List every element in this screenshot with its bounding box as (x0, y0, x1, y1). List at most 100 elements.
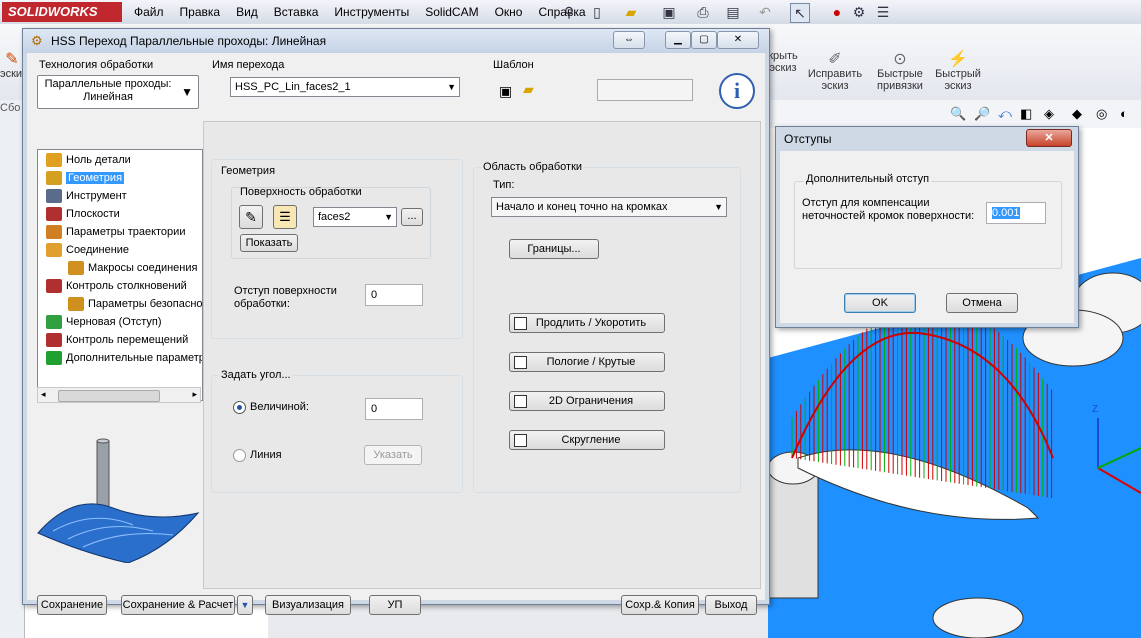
tree-item-icon (46, 153, 62, 168)
tree-item[interactable]: Контроль столкновений (46, 277, 187, 295)
area-type-combo[interactable]: Начало и конец точно на кромках ▼ (491, 197, 727, 217)
select-arrow-icon[interactable]: ↖ (790, 3, 810, 23)
print-icon[interactable]: ⎙ (694, 3, 712, 21)
save-icon[interactable]: ▣ (660, 3, 678, 21)
geometry-list-button[interactable]: ☰ (273, 205, 297, 229)
save-template-icon[interactable]: ▣ (499, 83, 512, 100)
menu-item[interactable]: Правка (172, 0, 229, 24)
area-toggle-button[interactable]: Скругление (509, 430, 665, 450)
tree-item[interactable]: Дополнительные параметры (46, 349, 202, 367)
machining-area-label: Область обработки (481, 161, 585, 173)
info-help-icon[interactable]: i (719, 73, 755, 109)
menu-item[interactable]: Вставка (266, 0, 327, 24)
rebuild-icon[interactable]: ● (828, 3, 846, 21)
file-properties-icon[interactable]: ☰ (874, 3, 892, 21)
zoom-area-icon[interactable]: 🔎 (974, 106, 990, 122)
by-value-radio[interactable] (233, 401, 246, 414)
dialog-title: HSS Переход Параллельные проходы: Линейн… (51, 34, 327, 48)
quick-sketch-button[interactable]: ⚡ Быстрый эскиз (932, 30, 984, 104)
toggle-checkbox[interactable] (514, 355, 527, 369)
faces-browse-button[interactable]: ... (401, 208, 423, 226)
open-folder-icon[interactable]: ▰ (622, 3, 640, 21)
dialog-titlebar[interactable]: ⚙ HSS Переход Параллельные проходы: Лине… (23, 29, 769, 53)
view-orientation-icon[interactable]: ◈ (1044, 106, 1054, 122)
tree-item[interactable]: Контроль перемещений (46, 331, 188, 349)
show-geometry-button[interactable]: Показать (240, 234, 298, 252)
tree-item[interactable]: Инструмент (46, 187, 127, 205)
angle-value-input[interactable]: 0 (365, 398, 423, 420)
op-name-combo[interactable]: HSS_PC_Lin_faces2_1 ▼ (230, 77, 460, 97)
close-button[interactable]: ✕ (717, 31, 759, 49)
menu-item[interactable]: Окно (487, 0, 531, 24)
line-radio[interactable] (233, 449, 246, 462)
exit-button[interactable]: Выход (705, 595, 757, 615)
gcode-button[interactable]: УП (369, 595, 421, 615)
save-copy-button[interactable]: Сохр.& Копия (621, 595, 699, 615)
tree-horizontal-scrollbar[interactable]: ◂ ▸ (37, 387, 201, 403)
menu-item[interactable]: SolidCAM (417, 0, 486, 24)
tree-item[interactable]: Геометрия (46, 169, 125, 187)
toggle-checkbox[interactable] (514, 394, 527, 408)
display-style-icon[interactable]: ◆ (1072, 106, 1082, 122)
menu-item[interactable]: Инструменты (326, 0, 417, 24)
open-template-icon[interactable]: ▰ (523, 81, 534, 98)
tree-item[interactable]: Соединение (46, 241, 129, 259)
boundaries-button[interactable]: Границы... (509, 239, 599, 259)
new-document-icon[interactable]: ▯ (588, 3, 606, 21)
printer-icon[interactable]: ▤ (724, 3, 742, 21)
toggle-label: Скругление (561, 434, 621, 446)
operation-tree[interactable]: Ноль детали Геометрия Инструмент Плоскости П… (37, 149, 203, 401)
offsets-close-button[interactable]: ✕ (1026, 129, 1072, 147)
area-toggle-button[interactable]: 2D Ограничения (509, 391, 665, 411)
zoom-fit-icon[interactable]: 🔍 (950, 106, 966, 122)
boss-bottom (932, 597, 1024, 638)
faces-combo[interactable]: faces2 ▼ (313, 207, 397, 227)
dock-swap-button[interactable]: ⇔ (613, 31, 645, 49)
save-calculate-button[interactable]: Сохранение & Расчет (121, 595, 235, 615)
sidebar-tab-label[interactable]: Сбо (0, 102, 20, 114)
tree-item[interactable]: Черновая (Отступ) (46, 313, 162, 331)
tree-item[interactable]: Макросы соединения (68, 259, 197, 277)
specify-button[interactable]: Указать (364, 445, 422, 465)
save-button[interactable]: Сохранение (37, 595, 107, 615)
menu-item[interactable]: Вид (228, 0, 266, 24)
sketch-button-partial[interactable]: ✎ эскиз (0, 30, 27, 92)
solidcam-icon: ⚙ (31, 33, 43, 48)
define-geometry-button[interactable]: ✎ (239, 205, 263, 229)
tree-item[interactable]: Ноль детали (46, 151, 131, 169)
tech-combo[interactable]: Параллельные проходы: Линейная ▼ (37, 75, 199, 109)
hide-show-icon[interactable]: ◎ (1096, 106, 1107, 122)
appearance-icon[interactable]: ◐ (1120, 106, 1128, 121)
menu-item[interactable]: Файл (126, 0, 172, 24)
tree-item[interactable]: Параметры траектории (46, 223, 185, 241)
surface-patch (37, 503, 200, 563)
minimize-button[interactable]: ▁ (665, 31, 691, 49)
quick-sketch-icon: ⚡ (948, 51, 968, 68)
cancel-button[interactable]: Отмена (946, 293, 1018, 313)
ok-button[interactable]: OK (844, 293, 916, 313)
compensation-input[interactable]: 0.001 (986, 202, 1046, 224)
save-calculate-dropdown[interactable]: ▼ (237, 595, 253, 615)
surface-offset-input[interactable]: 0 (365, 284, 423, 306)
toggle-checkbox[interactable] (514, 316, 527, 330)
tree-item[interactable]: Параметры безопасности (68, 295, 202, 313)
area-toggle-button[interactable]: Пологие / Крутые (509, 352, 665, 372)
previous-view-icon[interactable]: ⤺ (998, 106, 1012, 122)
visualize-button[interactable]: Визуализация (265, 595, 351, 615)
options-icon[interactable]: ⚙ (850, 3, 868, 21)
fix-sketch-button[interactable]: ✐ Исправить эскиз (806, 30, 864, 104)
quick-snaps-button[interactable]: ⊙ Быстрые привязки (870, 30, 930, 104)
maximize-button[interactable]: ▢ (691, 31, 717, 49)
section-view-icon[interactable]: ◧ (1020, 106, 1032, 122)
toggle-checkbox[interactable] (514, 433, 527, 447)
scroll-left-icon[interactable]: ◂ (41, 389, 46, 400)
tree-item-label: Геометрия (66, 172, 125, 184)
scroll-thumb[interactable] (58, 390, 160, 402)
undo-icon[interactable]: ↶ (756, 3, 774, 21)
tree-item-icon (46, 189, 62, 204)
area-toggle-button[interactable]: Продлить / Укоротить (509, 313, 665, 333)
pin-icon[interactable]: ⚲ (560, 3, 578, 21)
close-icon: ✕ (1044, 132, 1054, 144)
tree-item[interactable]: Плоскости (46, 205, 120, 223)
scroll-right-icon[interactable]: ▸ (192, 389, 197, 400)
